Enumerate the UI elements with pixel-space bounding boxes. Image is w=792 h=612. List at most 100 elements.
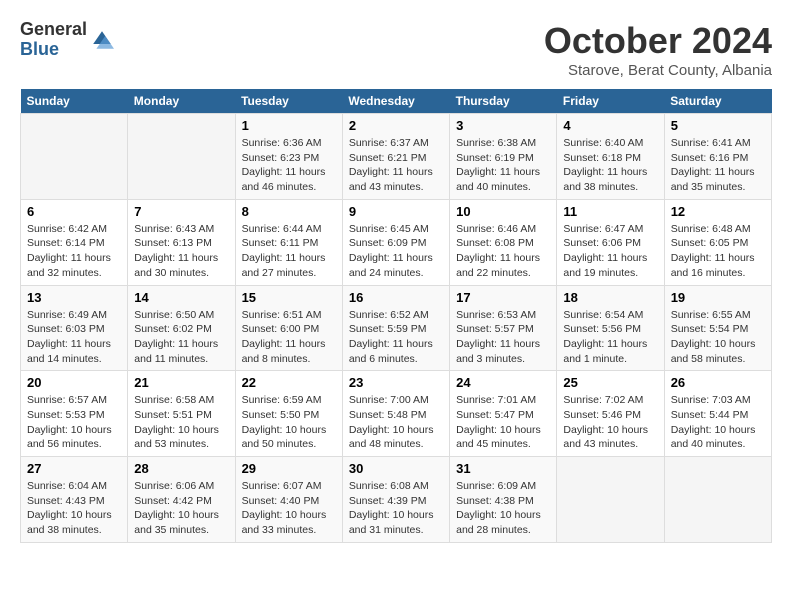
day-number: 6 xyxy=(27,204,121,219)
day-info: Sunrise: 6:42 AM Sunset: 6:14 PM Dayligh… xyxy=(27,222,121,281)
weekday-header: Thursday xyxy=(450,89,557,114)
weekday-header: Sunday xyxy=(21,89,128,114)
day-number: 12 xyxy=(671,204,765,219)
calendar-cell: 17 Sunrise: 6:53 AM Sunset: 5:57 PM Dayli… xyxy=(450,285,557,371)
calendar-cell xyxy=(128,114,235,200)
day-info: Sunrise: 6:08 AM Sunset: 4:39 PM Dayligh… xyxy=(349,479,443,538)
day-number: 30 xyxy=(349,461,443,476)
day-number: 9 xyxy=(349,204,443,219)
day-number: 7 xyxy=(134,204,228,219)
day-number: 16 xyxy=(349,290,443,305)
day-number: 22 xyxy=(242,375,336,390)
day-info: Sunrise: 6:36 AM Sunset: 6:23 PM Dayligh… xyxy=(242,136,336,195)
calendar-cell: 31 Sunrise: 6:09 AM Sunset: 4:38 PM Dayli… xyxy=(450,457,557,543)
calendar-cell: 18 Sunrise: 6:54 AM Sunset: 5:56 PM Dayli… xyxy=(557,285,664,371)
day-info: Sunrise: 6:59 AM Sunset: 5:50 PM Dayligh… xyxy=(242,393,336,452)
day-info: Sunrise: 6:49 AM Sunset: 6:03 PM Dayligh… xyxy=(27,308,121,367)
weekday-header: Wednesday xyxy=(342,89,449,114)
day-info: Sunrise: 6:47 AM Sunset: 6:06 PM Dayligh… xyxy=(563,222,657,281)
day-info: Sunrise: 6:41 AM Sunset: 6:16 PM Dayligh… xyxy=(671,136,765,195)
day-info: Sunrise: 6:50 AM Sunset: 6:02 PM Dayligh… xyxy=(134,308,228,367)
calendar-cell: 23 Sunrise: 7:00 AM Sunset: 5:48 PM Dayli… xyxy=(342,371,449,457)
day-number: 19 xyxy=(671,290,765,305)
title-block: October 2024 Starove, Berat County, Alba… xyxy=(544,20,772,79)
weekday-header: Tuesday xyxy=(235,89,342,114)
day-info: Sunrise: 6:52 AM Sunset: 5:59 PM Dayligh… xyxy=(349,308,443,367)
calendar-cell: 14 Sunrise: 6:50 AM Sunset: 6:02 PM Dayli… xyxy=(128,285,235,371)
day-number: 2 xyxy=(349,118,443,133)
day-info: Sunrise: 7:00 AM Sunset: 5:48 PM Dayligh… xyxy=(349,393,443,452)
calendar-cell: 27 Sunrise: 6:04 AM Sunset: 4:43 PM Dayli… xyxy=(21,457,128,543)
calendar-cell: 24Sunrise: 7:01 AM Sunset: 5:47 PM Dayli… xyxy=(450,371,557,457)
calendar-cell xyxy=(21,114,128,200)
day-number: 23 xyxy=(349,375,443,390)
day-info: Sunrise: 6:58 AM Sunset: 5:51 PM Dayligh… xyxy=(134,393,228,452)
day-info: Sunrise: 7:03 AM Sunset: 5:44 PM Dayligh… xyxy=(671,393,765,452)
day-number: 20 xyxy=(27,375,121,390)
day-info: Sunrise: 6:07 AM Sunset: 4:40 PM Dayligh… xyxy=(242,479,336,538)
day-info: Sunrise: 6:44 AM Sunset: 6:11 PM Dayligh… xyxy=(242,222,336,281)
calendar-cell: 13Sunrise: 6:49 AM Sunset: 6:03 PM Dayli… xyxy=(21,285,128,371)
logo-blue: Blue xyxy=(20,40,87,60)
day-info: Sunrise: 6:09 AM Sunset: 4:38 PM Dayligh… xyxy=(456,479,550,538)
day-info: Sunrise: 6:53 AM Sunset: 5:57 PM Dayligh… xyxy=(456,308,550,367)
calendar-cell xyxy=(664,457,771,543)
weekday-row: SundayMondayTuesdayWednesdayThursdayFrid… xyxy=(21,89,772,114)
calendar-cell xyxy=(557,457,664,543)
calendar-cell: 25Sunrise: 7:02 AM Sunset: 5:46 PM Dayli… xyxy=(557,371,664,457)
calendar-body: 1 Sunrise: 6:36 AM Sunset: 6:23 PM Daylig… xyxy=(21,114,772,543)
calendar-cell: 1 Sunrise: 6:36 AM Sunset: 6:23 PM Daylig… xyxy=(235,114,342,200)
calendar-table: SundayMondayTuesdayWednesdayThursdayFrid… xyxy=(20,89,772,543)
day-number: 8 xyxy=(242,204,336,219)
day-info: Sunrise: 6:46 AM Sunset: 6:08 PM Dayligh… xyxy=(456,222,550,281)
day-number: 14 xyxy=(134,290,228,305)
weekday-header: Friday xyxy=(557,89,664,114)
day-info: Sunrise: 6:51 AM Sunset: 6:00 PM Dayligh… xyxy=(242,308,336,367)
calendar-cell: 22 Sunrise: 6:59 AM Sunset: 5:50 PM Dayli… xyxy=(235,371,342,457)
month-title: October 2024 xyxy=(544,20,772,62)
calendar-week-row: 1 Sunrise: 6:36 AM Sunset: 6:23 PM Daylig… xyxy=(21,114,772,200)
calendar-cell: 15Sunrise: 6:51 AM Sunset: 6:00 PM Dayli… xyxy=(235,285,342,371)
day-info: Sunrise: 6:04 AM Sunset: 4:43 PM Dayligh… xyxy=(27,479,121,538)
day-info: Sunrise: 6:40 AM Sunset: 6:18 PM Dayligh… xyxy=(563,136,657,195)
day-number: 1 xyxy=(242,118,336,133)
day-info: Sunrise: 6:48 AM Sunset: 6:05 PM Dayligh… xyxy=(671,222,765,281)
weekday-header: Saturday xyxy=(664,89,771,114)
calendar-cell: 2Sunrise: 6:37 AM Sunset: 6:21 PM Daylig… xyxy=(342,114,449,200)
logo: General Blue xyxy=(20,20,114,60)
calendar-cell: 29 Sunrise: 6:07 AM Sunset: 4:40 PM Dayli… xyxy=(235,457,342,543)
day-number: 31 xyxy=(456,461,550,476)
day-info: Sunrise: 6:57 AM Sunset: 5:53 PM Dayligh… xyxy=(27,393,121,452)
calendar-cell: 8 Sunrise: 6:44 AM Sunset: 6:11 PM Daylig… xyxy=(235,199,342,285)
day-number: 27 xyxy=(27,461,121,476)
day-info: Sunrise: 6:06 AM Sunset: 4:42 PM Dayligh… xyxy=(134,479,228,538)
calendar-cell: 7Sunrise: 6:43 AM Sunset: 6:13 PM Daylig… xyxy=(128,199,235,285)
calendar-week-row: 6 Sunrise: 6:42 AM Sunset: 6:14 PM Daylig… xyxy=(21,199,772,285)
calendar-cell: 28Sunrise: 6:06 AM Sunset: 4:42 PM Dayli… xyxy=(128,457,235,543)
calendar-cell: 3 Sunrise: 6:38 AM Sunset: 6:19 PM Daylig… xyxy=(450,114,557,200)
calendar-week-row: 27 Sunrise: 6:04 AM Sunset: 4:43 PM Dayli… xyxy=(21,457,772,543)
day-number: 5 xyxy=(671,118,765,133)
day-number: 17 xyxy=(456,290,550,305)
day-info: Sunrise: 6:45 AM Sunset: 6:09 PM Dayligh… xyxy=(349,222,443,281)
logo-icon xyxy=(90,28,114,52)
logo-text: General Blue xyxy=(20,20,87,60)
day-info: Sunrise: 6:54 AM Sunset: 5:56 PM Dayligh… xyxy=(563,308,657,367)
day-number: 29 xyxy=(242,461,336,476)
calendar-week-row: 13Sunrise: 6:49 AM Sunset: 6:03 PM Dayli… xyxy=(21,285,772,371)
calendar-cell: 11 Sunrise: 6:47 AM Sunset: 6:06 PM Dayli… xyxy=(557,199,664,285)
day-info: Sunrise: 6:38 AM Sunset: 6:19 PM Dayligh… xyxy=(456,136,550,195)
day-number: 21 xyxy=(134,375,228,390)
weekday-header: Monday xyxy=(128,89,235,114)
day-number: 3 xyxy=(456,118,550,133)
day-number: 11 xyxy=(563,204,657,219)
day-number: 4 xyxy=(563,118,657,133)
calendar-cell: 12 Sunrise: 6:48 AM Sunset: 6:05 PM Dayli… xyxy=(664,199,771,285)
day-number: 25 xyxy=(563,375,657,390)
calendar-cell: 20 Sunrise: 6:57 AM Sunset: 5:53 PM Dayli… xyxy=(21,371,128,457)
calendar-cell: 19Sunrise: 6:55 AM Sunset: 5:54 PM Dayli… xyxy=(664,285,771,371)
day-number: 18 xyxy=(563,290,657,305)
logo-general: General xyxy=(20,20,87,40)
day-number: 24 xyxy=(456,375,550,390)
calendar-cell: 16 Sunrise: 6:52 AM Sunset: 5:59 PM Dayli… xyxy=(342,285,449,371)
